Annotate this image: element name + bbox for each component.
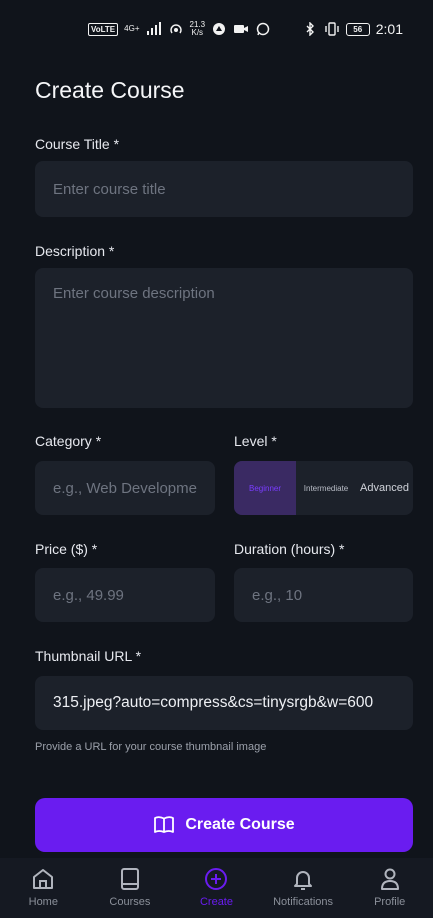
create-course-button[interactable]: Create Course: [35, 798, 413, 852]
thumbnail-helper-text: Provide a URL for your course thumbnail …: [35, 741, 267, 753]
level-option-beginner[interactable]: Beginner: [234, 461, 296, 515]
whatsapp-icon: [256, 22, 270, 36]
nav-item-courses[interactable]: Courses: [90, 866, 170, 908]
vibrate-icon: [325, 22, 339, 36]
app-notification-icon: [213, 23, 226, 35]
thumbnail-url-input[interactable]: [35, 676, 413, 730]
price-input[interactable]: [35, 568, 215, 622]
nav-item-notifications[interactable]: Notifications: [263, 866, 343, 908]
nav-label-courses: Courses: [109, 896, 151, 908]
duration-label: Duration (hours) *: [234, 541, 345, 557]
description-input[interactable]: [35, 268, 413, 408]
signal-icon: [146, 22, 161, 35]
price-label: Price ($) *: [35, 541, 98, 557]
status-bar: VoLTE 4G+ 21.3 K/s 56 2:01: [0, 0, 433, 58]
home-icon: [33, 869, 54, 889]
user-icon: [380, 868, 399, 890]
bottom-nav: Home Courses Create Notifications Profil…: [0, 858, 433, 918]
nav-label-profile: Profile: [374, 896, 406, 908]
plus-circle-icon: [205, 868, 228, 890]
duration-input[interactable]: [234, 568, 413, 622]
level-segmented-control: Beginner Intermediate Advanced: [234, 461, 413, 515]
volte-badge: VoLTE: [88, 22, 119, 36]
nav-item-home[interactable]: Home: [3, 866, 83, 908]
hotspot-icon: [169, 24, 182, 34]
clock-time: 2:01: [375, 21, 403, 37]
category-input[interactable]: [35, 461, 215, 515]
network-type: 4G+: [124, 24, 140, 33]
create-course-screen: VoLTE 4G+ 21.3 K/s 56 2:01 Create Course…: [0, 0, 433, 918]
course-title-label: Course Title *: [35, 136, 120, 152]
description-label: Description *: [35, 243, 115, 259]
video-camera-icon: [234, 25, 249, 33]
course-title-input[interactable]: [35, 161, 413, 217]
battery-icon: 56: [345, 22, 370, 36]
nav-item-create[interactable]: Create: [176, 866, 256, 908]
nav-item-profile[interactable]: Profile: [350, 866, 430, 908]
level-option-advanced[interactable]: Advanced: [356, 461, 413, 515]
category-label: Category *: [35, 433, 102, 449]
level-label: Level *: [234, 433, 277, 449]
thumbnail-label: Thumbnail URL *: [35, 648, 142, 664]
level-option-intermediate[interactable]: Intermediate: [296, 461, 356, 515]
status-left: VoLTE 4G+ 21.3 K/s: [88, 21, 271, 37]
page-title: Create Course: [35, 77, 185, 103]
nav-label-home: Home: [28, 896, 58, 908]
network-speed: 21.3 K/s: [190, 21, 206, 37]
nav-label-notifications: Notifications: [273, 896, 334, 908]
speed-unit: K/s: [191, 28, 204, 37]
bluetooth-icon: [306, 22, 314, 36]
book-icon: [120, 868, 139, 890]
nav-label-create: Create: [199, 896, 233, 908]
bell-icon: [294, 871, 313, 890]
book-open-icon: [154, 816, 175, 833]
status-right: 56 2:01: [302, 21, 403, 37]
create-course-button-label: Create Course: [185, 816, 295, 833]
